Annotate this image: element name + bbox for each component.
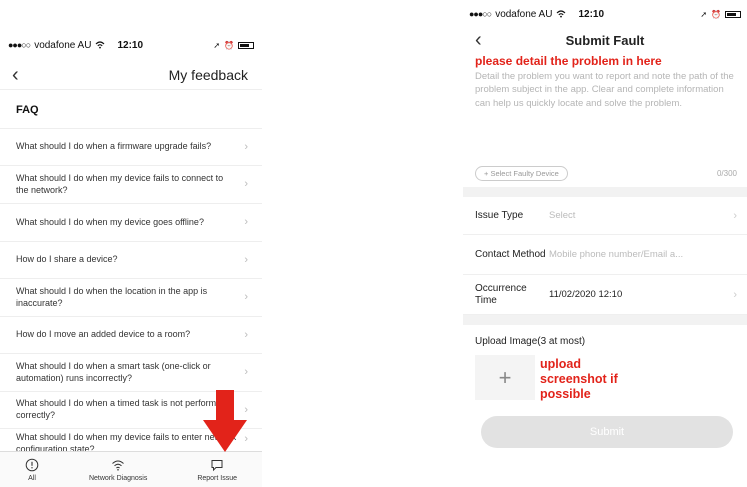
occurrence-time-label: Occurrence Time <box>475 283 527 306</box>
chevron-right-icon: › <box>244 216 248 229</box>
tab-label: All <box>28 474 36 482</box>
faq-item-text: What should I do when a smart task (one-… <box>16 360 211 383</box>
status-time: 12:10 <box>578 8 605 20</box>
back-chevron-icon[interactable]: ‹ <box>12 65 19 85</box>
occurrence-time-row[interactable]: Occurrence Time 11/02/2020 12:10 › <box>463 275 747 315</box>
annotation-upload-text: upload screenshot if possible <box>540 357 618 401</box>
chevron-right-icon: › <box>244 291 248 304</box>
faq-heading: FAQ <box>0 90 262 129</box>
char-counter: 0/300 <box>716 168 737 178</box>
issue-type-label: Issue Type <box>475 209 524 221</box>
annotation-upload-screenshot: upload screenshot if possible <box>540 357 630 402</box>
faq-item[interactable]: What should I do when my device fails to… <box>0 166 262 204</box>
contact-method-row[interactable]: Contact Method Mobile phone number/Email… <box>463 235 747 275</box>
location-arrow-icon: ➚ <box>213 40 221 50</box>
faq-item[interactable]: How do I share a device? › <box>0 242 262 279</box>
page-title: Submit Fault <box>565 32 645 48</box>
wifi-status-icon <box>96 41 105 49</box>
section-divider <box>463 315 747 325</box>
nav-bar: ‹ My feedback <box>0 60 262 90</box>
chevron-right-icon: › <box>733 288 737 301</box>
chat-bubble-icon <box>211 459 223 471</box>
submit-button[interactable]: Submit <box>481 416 733 448</box>
chevron-right-icon: › <box>244 253 248 266</box>
back-chevron-icon[interactable]: ‹ <box>475 30 482 50</box>
nav-bar: Submit Fault ‹ <box>463 28 747 52</box>
faq-item-text: How do I share a device? <box>16 254 118 265</box>
carrier-name: vodafone AU <box>34 39 92 51</box>
faq-item-text: What should I do when my device fails to… <box>16 172 224 195</box>
tab-network-diagnosis[interactable]: Network Diagnosis <box>89 458 147 482</box>
alarm-icon: ⏰ <box>224 40 234 50</box>
battery-icon <box>725 10 741 18</box>
chevron-right-icon: › <box>244 328 248 341</box>
contact-method-label: Contact Method <box>475 248 546 260</box>
issue-type-row[interactable]: Issue Type Select › <box>463 197 747 235</box>
signal-dots-icon: ●●●○○ <box>8 40 31 50</box>
chevron-right-icon: › <box>244 366 248 379</box>
tab-label: Network Diagnosis <box>88 474 148 482</box>
upload-image-label: Upload Image(3 at most) <box>475 336 586 347</box>
issue-type-select[interactable]: Select <box>549 210 733 221</box>
faq-item-text: What should I do when the location in th… <box>16 285 208 308</box>
faq-item[interactable]: What should I do when the location in th… <box>0 279 262 317</box>
carrier-name: vodafone AU <box>495 8 553 20</box>
info-circle-icon <box>25 458 39 471</box>
faq-item-text: What should I do when my device goes off… <box>16 216 204 227</box>
occurrence-time-value[interactable]: 11/02/2020 12:10 <box>549 289 733 300</box>
battery-icon <box>238 41 254 49</box>
page-title: My feedback <box>168 66 248 83</box>
device-row: + Select Faulty Device 0/300 <box>463 160 747 186</box>
tab-all[interactable]: All <box>25 458 39 482</box>
submit-fault-screen: ●●●○○ vodafone AU 12:10 ➚ ⏰ Submit Fault… <box>463 0 747 487</box>
status-time: 12:10 <box>117 39 144 51</box>
tab-report-issue[interactable]: Report Issue <box>197 458 237 482</box>
add-image-button[interactable]: + <box>475 355 535 400</box>
select-faulty-device-button[interactable]: + Select Faulty Device <box>475 165 568 181</box>
faq-item-text: What should I do when a firmware upgrade… <box>16 141 212 152</box>
problem-description-input[interactable]: Detail the problem you want to report an… <box>475 70 740 110</box>
chevron-right-icon: › <box>733 209 737 222</box>
wifi-icon <box>112 460 124 471</box>
faq-item[interactable]: How do I move an added device to a room?… <box>0 317 262 354</box>
chevron-right-icon: › <box>244 140 248 153</box>
bottom-tab-bar: All Network Diagnosis Report Issue <box>0 451 262 487</box>
faq-item[interactable]: What should I do when a smart task (one-… <box>0 354 262 392</box>
section-divider <box>463 187 747 197</box>
chevron-right-icon: › <box>244 178 248 191</box>
wifi-status-icon <box>557 10 566 18</box>
signal-dots-icon: ●●●○○ <box>469 9 492 19</box>
contact-method-input[interactable]: Mobile phone number/Email a... <box>549 249 737 260</box>
plus-icon: + <box>498 364 512 390</box>
faq-item-text: How do I move an added device to a room? <box>16 329 191 340</box>
faq-item[interactable]: What should I do when a firmware upgrade… <box>0 129 262 166</box>
status-bar: ●●●○○ vodafone AU 12:10 ➚ ⏰ <box>0 30 262 60</box>
location-arrow-icon: ➚ <box>700 9 708 19</box>
tab-label: Report Issue <box>197 474 237 482</box>
red-arrow-annotation-icon <box>203 390 247 452</box>
alarm-icon: ⏰ <box>711 9 721 19</box>
status-bar: ●●●○○ vodafone AU 12:10 ➚ ⏰ <box>463 0 747 28</box>
faq-item[interactable]: What should I do when my device goes off… <box>0 204 262 242</box>
annotation-detail-problem: please detail the problem in here <box>475 54 662 68</box>
